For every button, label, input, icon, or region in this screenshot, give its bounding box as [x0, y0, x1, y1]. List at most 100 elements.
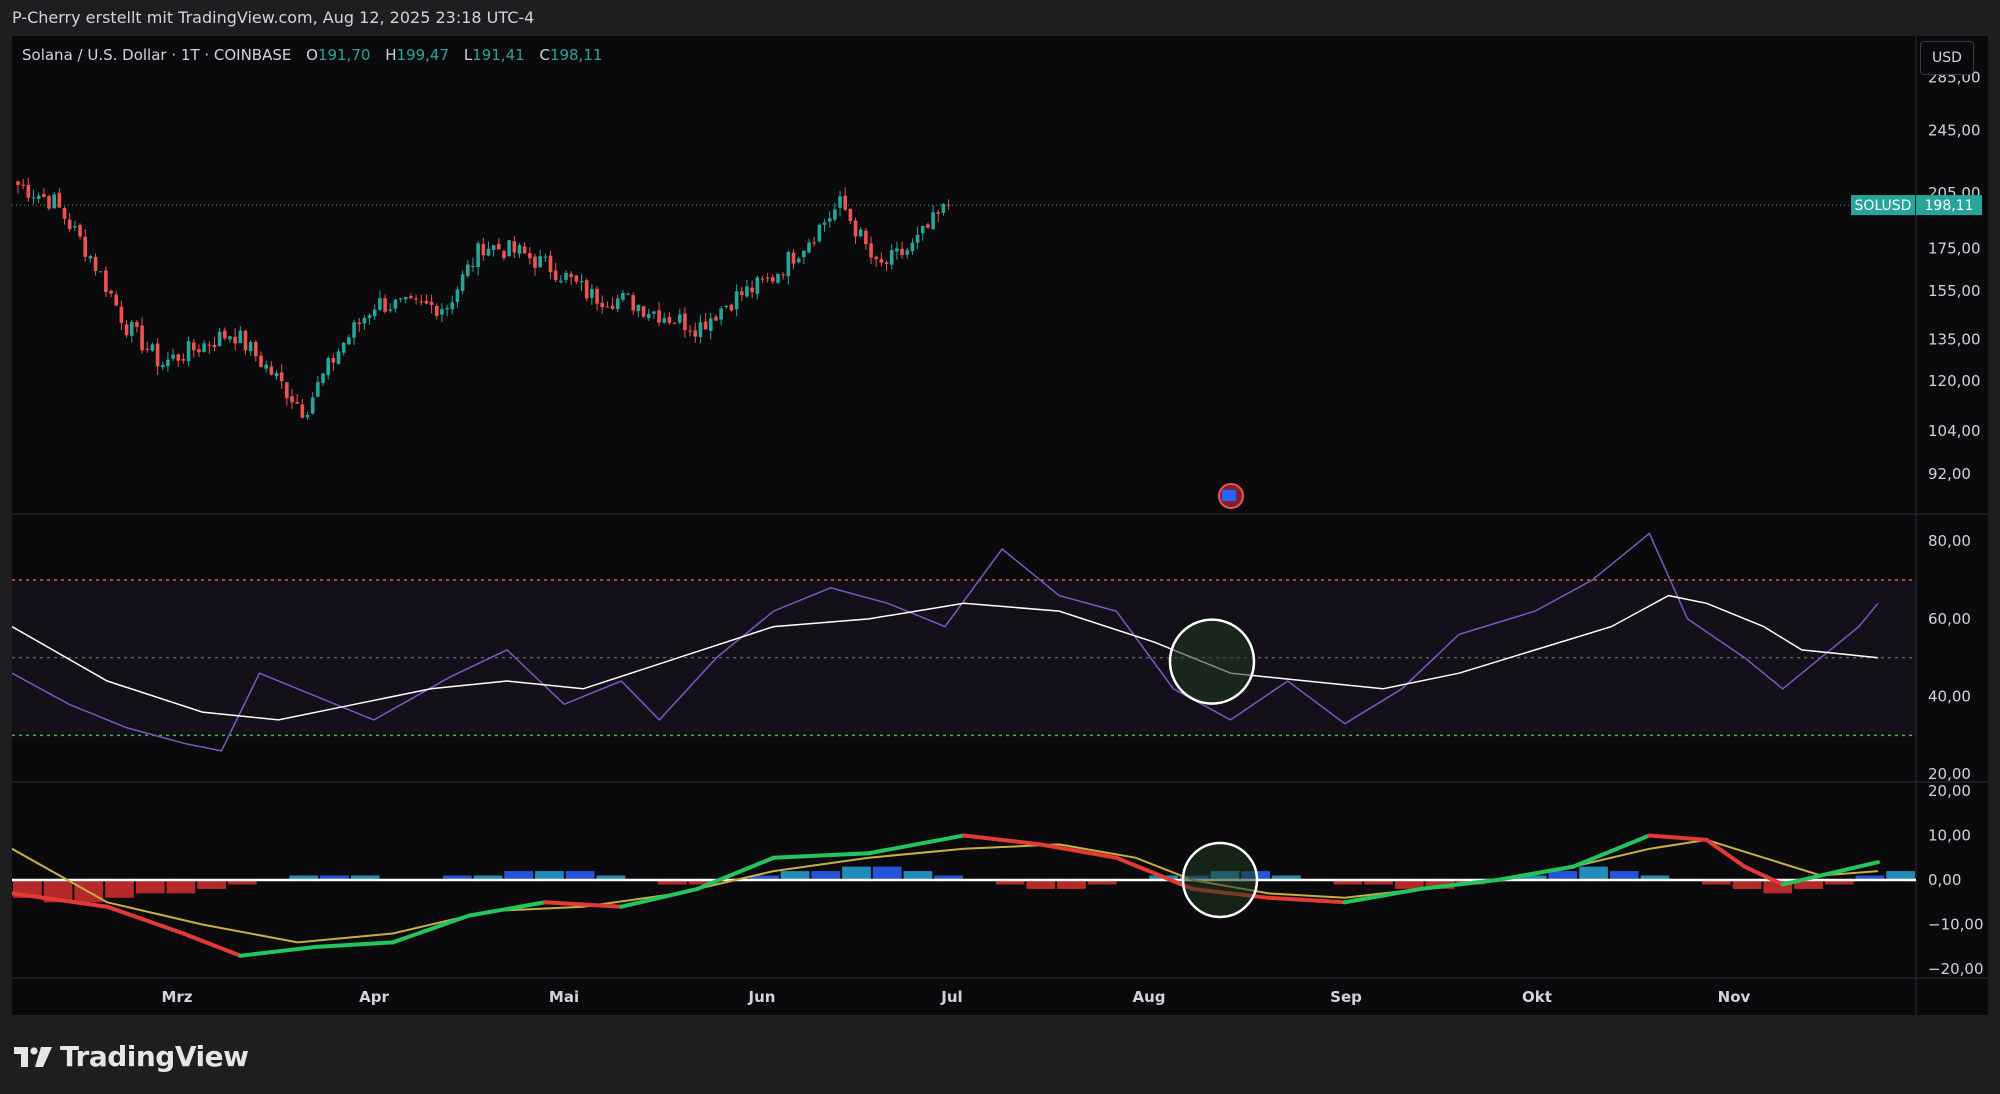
currency-unit-button[interactable]: USD — [1920, 41, 1974, 75]
macd-axis-label: −10,00 — [1928, 916, 1984, 934]
time-axis-label: Jul — [940, 988, 962, 1006]
candle-body — [895, 248, 899, 252]
candle-body — [233, 336, 237, 344]
candle-body — [822, 222, 827, 225]
candle-body — [626, 293, 630, 295]
low-label: L — [463, 46, 473, 64]
candle-body — [372, 309, 377, 317]
candle-body — [300, 404, 305, 418]
candle-body — [248, 342, 253, 352]
candle-body — [424, 300, 429, 304]
candle-body — [724, 305, 729, 308]
candle-body — [502, 251, 506, 258]
candle-body — [114, 294, 119, 306]
candle-body — [538, 256, 542, 268]
candle-body — [879, 259, 884, 263]
candle-body — [926, 224, 930, 228]
candle-body — [920, 225, 925, 234]
candle-body — [771, 277, 775, 282]
candle-body — [729, 304, 734, 311]
candle-body — [181, 359, 186, 361]
rsi-highlight-circle — [1168, 618, 1256, 705]
candle-body — [16, 181, 20, 185]
macd-histogram-bar — [1057, 880, 1086, 889]
candle-body — [641, 306, 646, 317]
candle-body — [21, 184, 25, 186]
high-value: 199,47 — [396, 46, 450, 64]
candle-body — [440, 309, 444, 315]
tradingview-logo[interactable]: TradingView — [14, 1038, 249, 1074]
time-axis-label: Mrz — [161, 988, 192, 1006]
candle-body — [321, 373, 325, 384]
candle-body — [615, 298, 620, 309]
candle-body — [662, 318, 667, 323]
candle-body — [378, 298, 382, 310]
candle-body — [367, 315, 372, 318]
macd-histogram-bar — [135, 880, 165, 894]
candle-body — [802, 250, 806, 257]
macd-axis-label: −20,00 — [1928, 960, 1984, 978]
macd-histogram-bar — [842, 866, 871, 880]
chart-area[interactable]: Mrz Apr Mai Jun Jul Aug Sep Okt Nov 285,00 245,00 2… — [12, 36, 1988, 1015]
candle-body — [445, 308, 449, 310]
chart-svg[interactable]: Mrz Apr Mai Jun Jul Aug Sep Okt Nov285,00245,002… — [12, 36, 1988, 1015]
price-axis-label: 245,00 — [1928, 122, 1981, 140]
macd-histogram-bar — [903, 871, 933, 880]
candle-body — [569, 273, 573, 277]
candle-body — [83, 236, 88, 257]
candle-body — [786, 252, 791, 277]
macd-line-segment — [1114, 855, 1195, 891]
candle-body — [595, 288, 599, 304]
macd-histogram-bar — [1609, 871, 1639, 880]
candle-body — [522, 246, 527, 254]
macd-histogram-bar — [197, 880, 226, 889]
candle-body — [254, 341, 258, 357]
candle-body — [915, 234, 920, 243]
candle-body — [874, 256, 879, 260]
candle-body — [471, 265, 475, 267]
candle-body — [207, 344, 212, 346]
candle-body — [212, 344, 217, 348]
macd-axis-label: 0,00 — [1928, 871, 1961, 889]
candle-body — [331, 358, 336, 363]
candle-body — [450, 302, 455, 310]
candle-body — [533, 256, 537, 268]
macd-histogram-bar — [166, 880, 196, 894]
chart-author-line: P-Cherry erstellt mit TradingView.com, A… — [12, 8, 535, 27]
candle-body — [434, 305, 439, 316]
macd-histogram-bar — [1026, 880, 1056, 889]
candle-body — [781, 274, 785, 276]
rsi-axis-label: 80,00 — [1928, 532, 1971, 550]
macd-histogram-bar — [1548, 871, 1578, 880]
candle-body — [838, 196, 842, 208]
candle-body — [884, 262, 889, 264]
candle-body — [807, 242, 811, 253]
candle-body — [274, 373, 279, 377]
candle-body — [419, 301, 424, 303]
candle-body — [827, 218, 832, 222]
price-axis-label: 155,00 — [1928, 282, 1981, 300]
candle-body — [584, 280, 589, 299]
candle-body — [145, 348, 150, 350]
candle-body — [497, 243, 501, 250]
candle-body — [155, 343, 160, 367]
macd-line-segment — [1266, 895, 1347, 905]
candle-body — [512, 241, 517, 253]
candle-body — [160, 364, 165, 368]
candle-body — [776, 273, 780, 283]
open-value: 191,70 — [317, 46, 371, 64]
time-axis-label: Apr — [359, 988, 389, 1006]
candle-body — [279, 372, 284, 382]
candle-body — [36, 195, 41, 199]
candle-body — [491, 245, 496, 251]
candle-body — [517, 245, 522, 254]
candle-body — [528, 253, 532, 259]
symbol-name[interactable]: Solana / U.S. Dollar · 1T · COINBASE — [22, 46, 291, 64]
candle-body — [605, 306, 610, 308]
candle-body — [259, 355, 263, 367]
macd-line-segment — [962, 833, 1043, 847]
candle-body — [667, 316, 672, 323]
candle-body — [429, 301, 434, 305]
candle-body — [693, 330, 698, 337]
candle-body — [202, 343, 206, 352]
